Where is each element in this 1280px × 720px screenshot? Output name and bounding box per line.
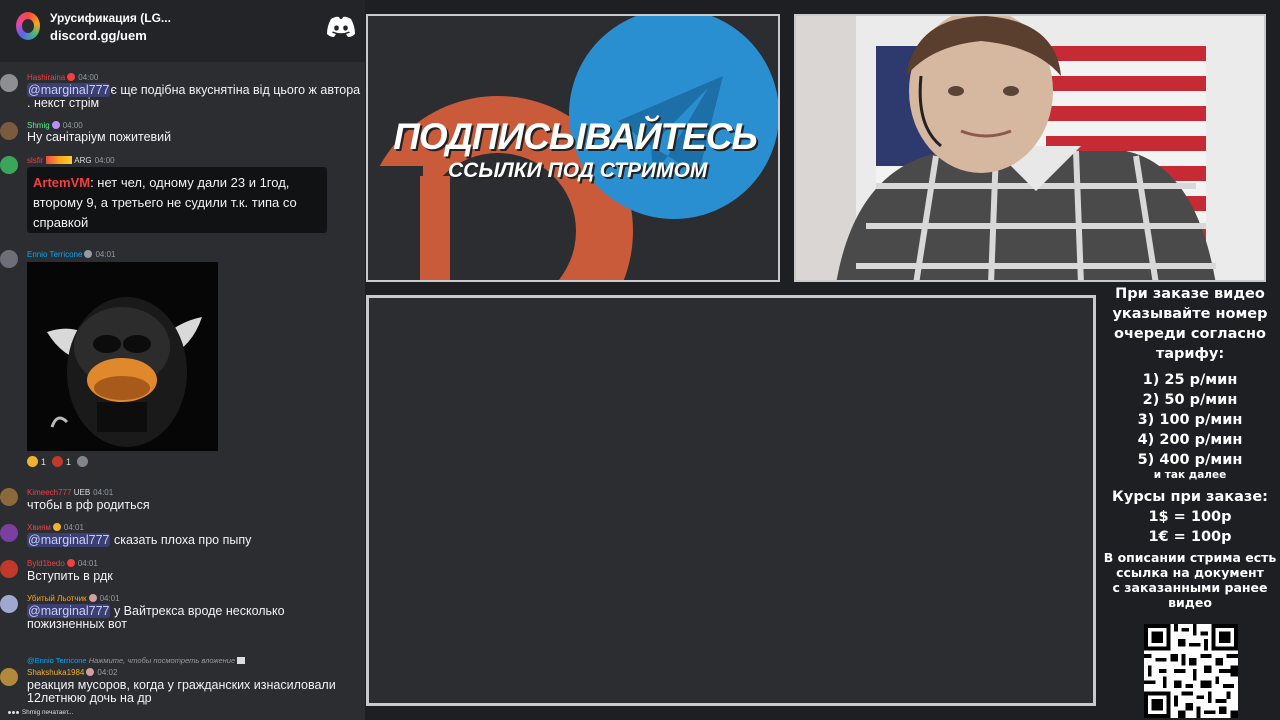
- discord-logo-icon: [327, 16, 355, 37]
- message-time: 04:01: [63, 523, 84, 532]
- message-author[interactable]: Shakshuka1984 04:02: [27, 668, 117, 677]
- user-mention[interactable]: @marginal777: [27, 604, 111, 618]
- heart-emoji-icon: [52, 456, 64, 467]
- streamer-camera-image: [796, 16, 1264, 280]
- user-avatar[interactable]: [0, 488, 18, 506]
- quote-author[interactable]: ArtemVM: [33, 175, 90, 190]
- order-note: При заказе видео указывайте номер очеред…: [1112, 286, 1268, 362]
- role-badge-icon: [66, 559, 75, 567]
- message-text: реакция мусоров, когда у гражданских изн…: [27, 678, 336, 705]
- message-author[interactable]: Ennio Terricone 04:01: [27, 250, 115, 259]
- message-author[interactable]: Хвиям 04:01: [27, 523, 84, 532]
- user-avatar[interactable]: [0, 524, 18, 542]
- laugh-emoji-icon: [27, 456, 38, 467]
- role-badge-icon: [88, 594, 97, 602]
- message-author[interactable]: Shmig 04:00: [27, 121, 83, 130]
- message-author[interactable]: slsfir ARG 04:00: [27, 156, 115, 165]
- message-author[interactable]: Убитый Льотчик 04:01: [27, 594, 120, 603]
- message-text: @marginal777 сказать плоха про пыпу: [27, 533, 252, 547]
- tariff-item: 1) 25 р/мин: [1142, 372, 1238, 388]
- message-time: 04:00: [94, 156, 115, 165]
- message-time: 04:02: [97, 668, 118, 677]
- user-avatar[interactable]: [0, 250, 18, 268]
- video-player-area[interactable]: [366, 295, 1096, 706]
- add-reaction-button[interactable]: [77, 456, 89, 467]
- reaction-heart[interactable]: 1: [52, 456, 71, 467]
- message-time: 04:00: [78, 73, 99, 82]
- message-time: 04:00: [62, 121, 83, 130]
- server-name: Урусификация (LG...: [50, 11, 171, 25]
- quote-block: ArtemVM: нет чел, одному дали 23 и 1год,…: [27, 167, 327, 233]
- message-text: @marginal777 у Вайтрекса вроде несколько…: [27, 604, 285, 631]
- order-info-panel: При заказе видео указывайте номер очеред…: [1100, 284, 1280, 610]
- webcam-feed: [794, 14, 1266, 282]
- message-text: Ну санітаріум пожитевий: [27, 130, 172, 144]
- flag-icon: [46, 156, 73, 164]
- server-icon: [16, 12, 40, 40]
- reply-preview[interactable]: @Ennio Terricone Нажмите, чтобы посмотре…: [27, 656, 246, 665]
- qr-code-icon[interactable]: [1144, 624, 1238, 718]
- tariff-item: 4) 200 р/мин: [1137, 432, 1243, 448]
- image-icon: [237, 657, 246, 664]
- user-avatar[interactable]: [0, 595, 18, 613]
- user-avatar[interactable]: [0, 560, 18, 578]
- role-badge-icon: [86, 668, 95, 676]
- tariff-item: 3) 100 р/мин: [1137, 412, 1243, 428]
- reaction-bar: 1 1: [27, 456, 89, 467]
- tariff-item: 2) 50 р/мин: [1142, 392, 1238, 408]
- message-time: 04:01: [77, 559, 98, 568]
- message-author[interactable]: Kimeech777 UEB 04:01: [27, 488, 113, 497]
- discord-chat-panel: Урусификация (LG... discord.gg/uem Hashi…: [0, 0, 365, 720]
- server-header[interactable]: Урусификация (LG... discord.gg/uem: [0, 0, 365, 62]
- user-mention[interactable]: @marginal777: [27, 533, 111, 547]
- user-mention[interactable]: @marginal777: [27, 83, 111, 97]
- server-invite-link[interactable]: discord.gg/uem: [50, 28, 147, 43]
- role-badge: UEB: [73, 488, 91, 497]
- rate-eur: 1€ = 100р: [1148, 529, 1232, 545]
- role-badge-icon: [51, 121, 60, 129]
- tariff-item: 5) 400 р/мин: [1137, 452, 1243, 468]
- add-reaction-icon: [77, 456, 89, 467]
- rates-title: Курсы при заказе:: [1112, 489, 1268, 505]
- message-author[interactable]: Byld1bedo 04:01: [27, 559, 98, 568]
- role-badge-icon: [52, 523, 61, 531]
- user-avatar[interactable]: [0, 74, 18, 92]
- user-avatar[interactable]: [0, 156, 18, 174]
- message-time: 04:01: [99, 594, 120, 603]
- banner-title: ПОДПИСЫВАЙТЕСЬ: [393, 116, 757, 157]
- message-text: Вступить в рдк: [27, 569, 113, 583]
- banner-subtitle: ССЫЛКИ ПОД СТРИМОМ: [448, 159, 708, 182]
- penguin-gif-image: [27, 262, 218, 451]
- tariff-etc: и так далее: [1153, 469, 1227, 481]
- role-badge-icon: [84, 250, 93, 258]
- message-time: 04:01: [95, 250, 116, 259]
- gif-attachment[interactable]: [27, 262, 218, 451]
- message-author[interactable]: Hashiraina 04:00: [27, 73, 98, 82]
- reaction-laugh[interactable]: 1: [27, 456, 46, 467]
- subscribe-banner: ПОДПИСЫВАЙТЕСЬ ССЫЛКИ ПОД СТРИМОМ: [366, 14, 780, 282]
- user-avatar[interactable]: [0, 122, 18, 140]
- description-note: В описании стрима есть ссылка на докумен…: [1103, 550, 1277, 610]
- message-text: чтобы в рф родиться: [27, 498, 150, 512]
- tariff-list: 1) 25 р/мин 2) 50 р/мин 3) 100 р/мин 4) …: [1100, 370, 1280, 470]
- message-time: 04:01: [93, 488, 114, 497]
- user-avatar[interactable]: [0, 668, 18, 686]
- typing-indicator: Shmig печатает...: [8, 709, 73, 716]
- message-text: @marginal777є ще подібна вкуснятіна від …: [27, 83, 361, 110]
- rate-usd: 1$ = 100р: [1148, 509, 1232, 525]
- role-badge: ARG: [74, 156, 92, 165]
- role-badge-icon: [67, 73, 76, 81]
